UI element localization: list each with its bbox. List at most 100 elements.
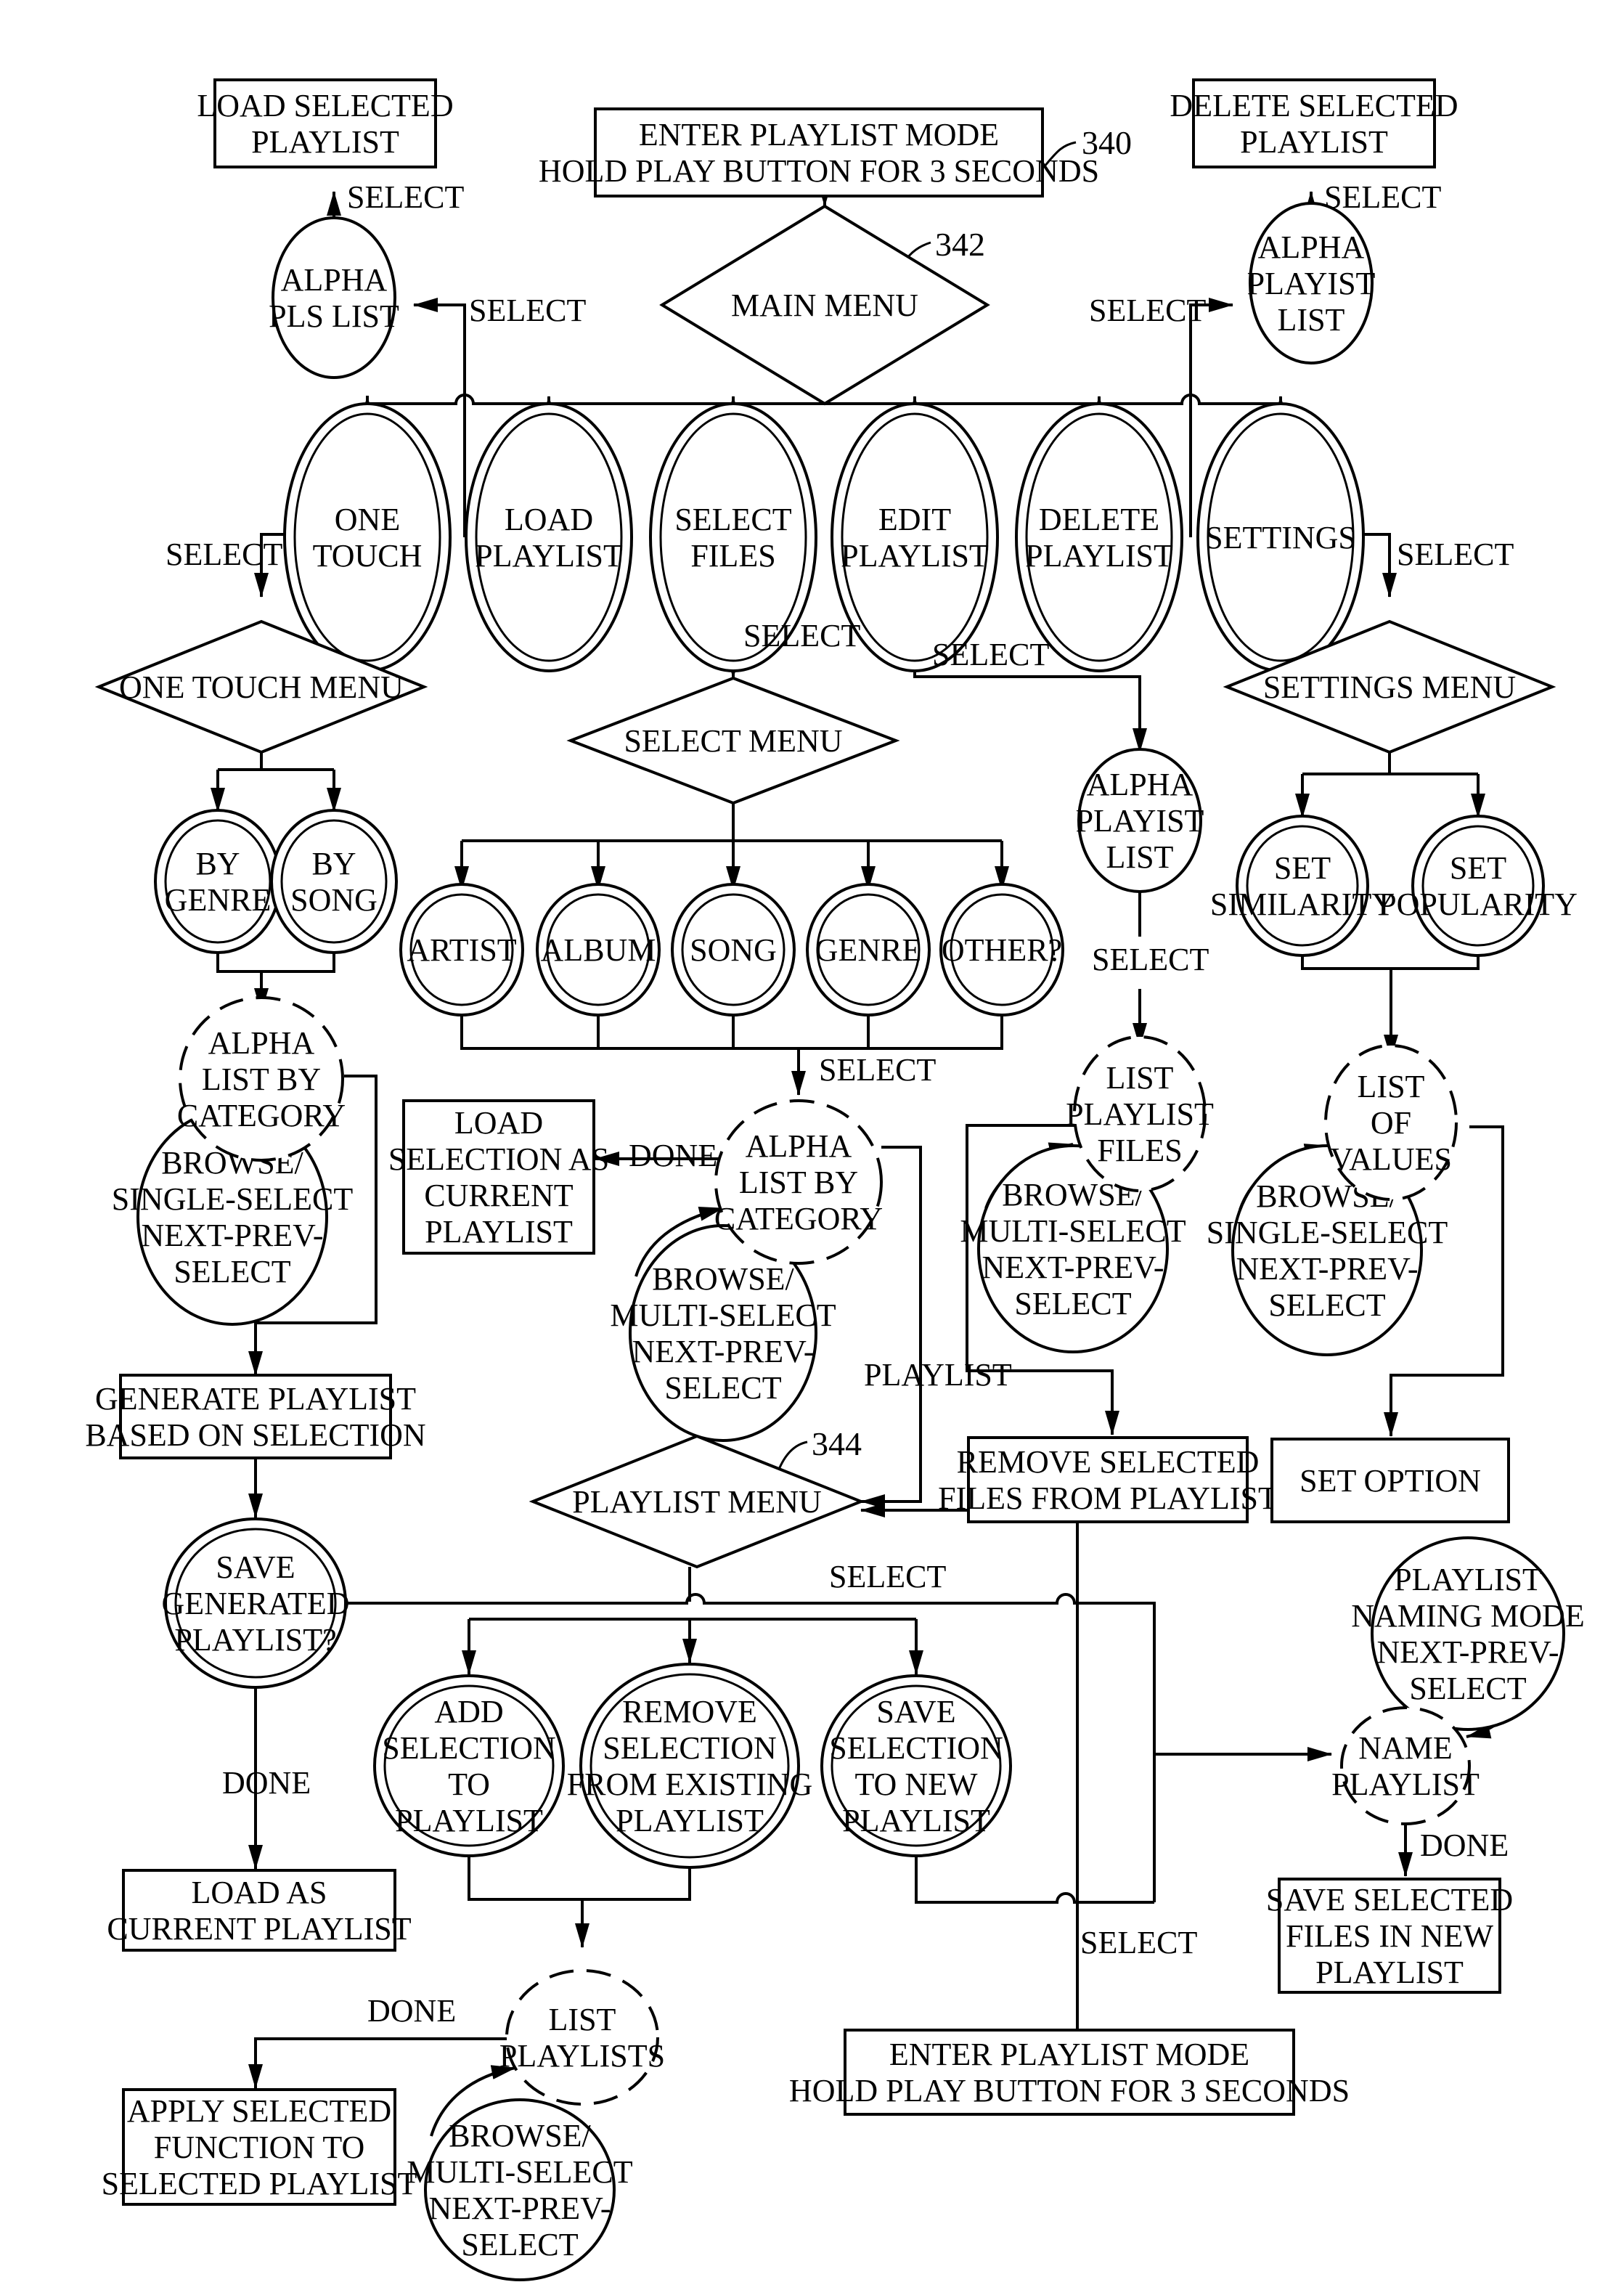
node-label-line: ALPHA <box>746 1128 852 1164</box>
select-option-other: OTHER? <box>939 883 1064 1016</box>
node-label-line: PLAYLISTS <box>499 2038 665 2074</box>
node-label-line: MULTI-SELECT <box>407 2154 632 2190</box>
node-label-line: ADD <box>434 1694 503 1729</box>
node-label-line: OF <box>1371 1105 1411 1141</box>
node-label-line: BY <box>311 846 356 881</box>
node-label-line: SELECT <box>664 1370 781 1406</box>
select-label: SELECT <box>819 1052 936 1088</box>
node-label-line: PLAYLIST <box>1240 124 1388 160</box>
done-label: DONE <box>629 1138 717 1173</box>
node-label-line: SELECT <box>1014 1286 1131 1321</box>
node-label-line: NEXT-PREV- <box>982 1250 1164 1285</box>
node-label-line: POPULARITY <box>1379 887 1578 922</box>
node-label-line: ALPHA <box>281 262 388 298</box>
ref-number-344: 344 <box>812 1425 862 1462</box>
main-option-one-touch-outer <box>283 402 452 672</box>
by-song-node: BYSONG <box>270 809 398 954</box>
apply-selected-function-box: APPLY SELECTEDFUNCTION TOSELECTED PLAYLI… <box>102 2088 417 2206</box>
node-label-line: CATEGORY <box>714 1201 883 1236</box>
done-label: DONE <box>367 1993 456 2029</box>
node-label-line: SONG <box>690 932 777 968</box>
load-selection-as-current-box: LOADSELECTION ASCURRENTPLAYLIST <box>388 1099 609 1255</box>
select-option-album: ALBUM <box>536 883 661 1016</box>
main-option-delete-playlist: DELETEPLAYLIST <box>1015 402 1183 672</box>
node-label-line: SELECT <box>674 502 791 537</box>
by-genre-node: BYGENRE <box>154 809 282 954</box>
node-label-line: BASED ON SELECTION <box>85 1417 425 1453</box>
node-label-line: PLAYLIST <box>475 538 623 574</box>
connector <box>1301 948 1480 970</box>
node-label-line: LIST <box>549 2002 616 2037</box>
node-label-line: FILES FROM PLAYLIST <box>938 1480 1278 1516</box>
node-label-line: LIST <box>1106 839 1174 875</box>
node-label-line: FILES <box>690 538 775 574</box>
main-option-load-playlist: LOADPLAYLIST <box>465 402 633 672</box>
settings-menu-diamond-label: SETTINGS MENU <box>1263 669 1516 705</box>
node-label-line: LOAD <box>505 502 593 537</box>
node-label-line: FILES IN NEW <box>1286 1918 1493 1954</box>
alpha-list-onetouch-node: ALPHALIST BYCATEGORY <box>177 996 346 1162</box>
node-label-line: EDIT <box>878 502 951 537</box>
node-label-line: LIST <box>1106 1060 1174 1096</box>
select-label: SELECT <box>347 179 464 215</box>
node-label-line: ALPHA <box>208 1025 315 1061</box>
node-label-line: FUNCTION TO <box>154 2130 365 2165</box>
node-label-line: PLAYLIST <box>1025 538 1173 574</box>
generate-playlist-box: GENERATE PLAYLISTBASED ON SELECTION <box>85 1374 426 1459</box>
node-label-line: SET OPTION <box>1299 1463 1481 1499</box>
done-connector <box>248 2037 508 2089</box>
main-option-delete-playlist-outer <box>1015 402 1183 672</box>
alpha-playist-list-top-node: ALPHAPLAYISTLIST <box>1247 202 1376 364</box>
node-label-line: LOAD AS <box>191 1875 327 1910</box>
connector <box>1302 752 1478 775</box>
node-label-line: SELECTION AS <box>388 1141 609 1177</box>
select-label: SELECT <box>1324 179 1441 215</box>
connector <box>218 752 334 771</box>
node-label-line: TO <box>448 1767 490 1802</box>
node-label-line: SELECTED PLAYLIST <box>102 2166 417 2201</box>
connector <box>468 1856 691 1946</box>
node-label-line: BROWSE/ <box>449 2118 591 2154</box>
alpha-list-select-node: ALPHALIST BYCATEGORY <box>714 1099 883 1265</box>
one-touch-menu-diamond-label: ONE TOUCH MENU <box>119 669 404 705</box>
save-selected-files-box: SAVE SELECTEDFILES IN NEWPLAYLIST <box>1266 1878 1513 1994</box>
node-label-line: PLAYLIST? <box>174 1622 336 1658</box>
node-label-line: SIMILARITY <box>1210 887 1395 922</box>
node-label-line: NEXT-PREV- <box>1376 1634 1559 1670</box>
node-label-line: HOLD PLAY BUTTON FOR 3 SECONDS <box>539 153 1099 189</box>
load-as-current-box: LOAD ASCURRENT PLAYLIST <box>107 1869 412 1952</box>
done-label: DONE <box>222 1765 311 1801</box>
node-label-line: TOUCH <box>313 538 423 574</box>
node-label-line: REMOVE <box>622 1694 757 1729</box>
node-label-line: ENTER PLAYLIST MODE <box>639 117 999 152</box>
load-selected-playlist-box: LOAD SELECTEDPLAYLIST <box>197 78 454 168</box>
main-option-settings: SETTINGS <box>1196 402 1365 672</box>
list-playlists-node: LISTPLAYLISTS <box>499 1969 665 2106</box>
node-label-line: PLAYLIST <box>841 538 989 574</box>
node-label-line: SETTINGS <box>1205 520 1356 555</box>
node-label-line: SET <box>1450 850 1506 886</box>
node-label-line: NEXT-PREV- <box>1236 1251 1418 1287</box>
node-label-line: PLAYLIST <box>1394 1562 1542 1597</box>
node-label-line: PLAYLIST <box>395 1803 543 1838</box>
select-label: SELECT <box>166 537 282 572</box>
node-label-line: REMOVE SELECTED <box>957 1444 1260 1480</box>
select-menu-bus <box>462 803 1002 842</box>
playlist-label: PLAYLIST <box>864 1357 1012 1393</box>
select-label: SELECT <box>932 637 1049 672</box>
alpha-playist-list-edit-node: ALPHAPLAYISTLIST <box>1076 748 1204 893</box>
node-label-line: GENRE <box>815 932 922 968</box>
select-label: SELECT <box>1089 293 1206 328</box>
node-label-line: PLAYLIST <box>842 1803 990 1838</box>
select-option-genre: GENRE <box>806 883 931 1016</box>
node-label-line: GENRE <box>165 882 272 918</box>
set-option-box: SET OPTION <box>1270 1438 1510 1523</box>
node-label-line: LIST <box>1278 302 1345 338</box>
browse-multi-lists-node: BROWSE/MULTI-SELECTNEXT-PREV-SELECT <box>407 2098 633 2281</box>
node-label-line: DELETE <box>1039 502 1159 537</box>
node-label-line: ALBUM <box>541 932 656 968</box>
select-label: SELECT <box>1092 942 1209 977</box>
node-label-line: SELECTION <box>829 1730 1003 1766</box>
node-label-line: ENTER PLAYLIST MODE <box>889 2037 1249 2072</box>
remove-selection-node: REMOVESELECTIONFROM EXISTINGPLAYLIST <box>567 1663 812 1869</box>
